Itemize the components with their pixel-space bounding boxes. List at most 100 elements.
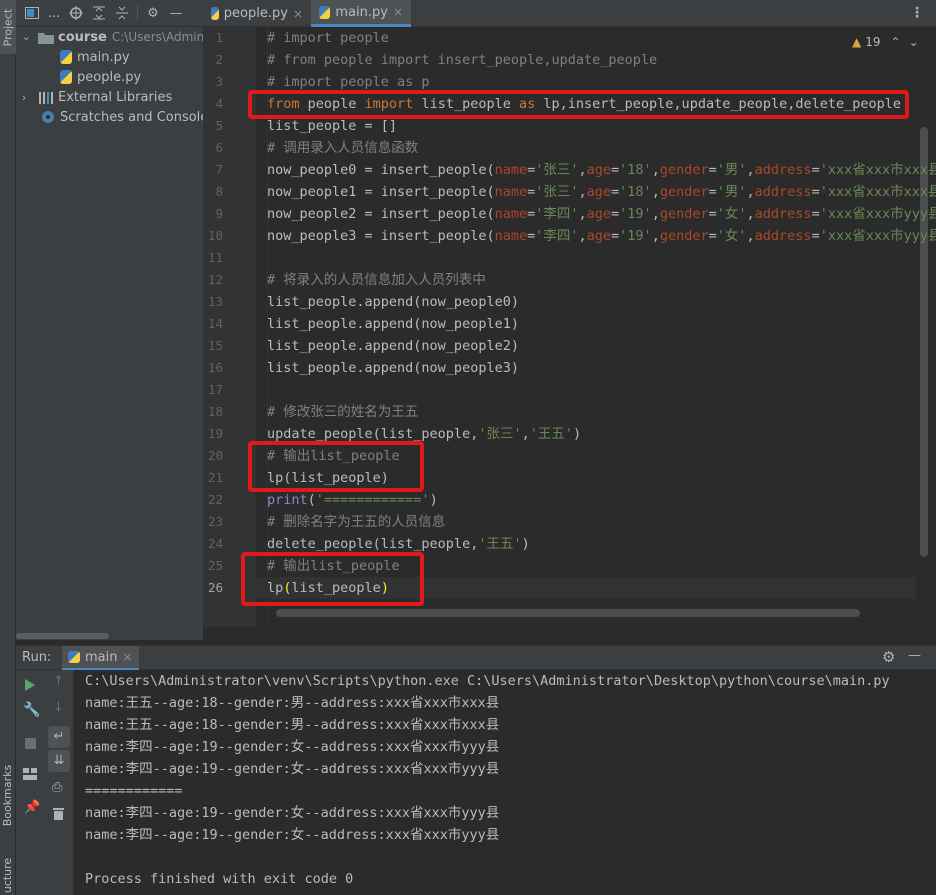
line-number: 16 — [207, 360, 223, 375]
python-file-icon — [319, 5, 331, 19]
code-token: # 调用录入人员信息函数 — [267, 140, 419, 156]
soft-wrap-icon[interactable]: ↵ — [48, 726, 70, 748]
folder-icon — [38, 32, 54, 44]
line-number: 11 — [207, 250, 223, 265]
pin-icon[interactable]: 📌 — [24, 800, 40, 815]
code-token: , — [578, 228, 587, 244]
structure-tool-label: ucture — [1, 857, 15, 893]
code-token: ) — [429, 492, 438, 508]
print-icon[interactable]: ⎙ — [52, 780, 62, 795]
code-token: gender — [659, 184, 709, 200]
code-token: '张三' — [535, 162, 579, 178]
scroll-to-end-icon[interactable]: ⇊ — [48, 750, 70, 772]
tree-item-label: course — [58, 29, 107, 45]
code-token: gender — [659, 162, 709, 178]
line-number: 7 — [215, 162, 223, 177]
close-icon[interactable]: × — [393, 5, 403, 19]
tree-item-label: main.py — [77, 49, 130, 65]
wrench-icon[interactable]: 🔧 — [23, 702, 40, 718]
code-token: now_people0 = insert_people( — [267, 162, 495, 178]
close-icon[interactable]: × — [122, 650, 132, 664]
horizontal-scrollbar[interactable] — [16, 633, 109, 639]
code-token: name — [494, 162, 528, 178]
code-token: '18' — [619, 162, 652, 178]
chevron-down-icon[interactable]: ⌄ — [909, 35, 919, 49]
structure-tool-tab[interactable]: ucture — [0, 855, 16, 895]
line-number: 1 — [215, 30, 223, 45]
code-line: now_people0 = insert_people(name='张三',ag… — [267, 159, 936, 181]
code-line: now_people1 = insert_people(name='张三',ag… — [267, 181, 936, 203]
bookmarks-tool-tab[interactable]: Bookmarks — [0, 760, 16, 830]
project-tool-tab[interactable]: Project — [0, 0, 16, 54]
code-token: address — [754, 184, 812, 200]
console-line: name:李四--age:19--gender:女--address:xxx省x… — [85, 827, 500, 843]
library-icon — [39, 91, 53, 104]
code-token: age — [586, 228, 612, 244]
code-line: now_people3 = insert_people(name='李四',ag… — [267, 225, 936, 247]
expand-all-icon[interactable] — [91, 5, 107, 21]
settings-gear-icon[interactable]: ⚙ — [145, 5, 161, 21]
code-token: '张三' — [478, 426, 522, 442]
chevron-up-icon[interactable]: ⌃ — [891, 35, 901, 49]
highlight-box-import — [248, 90, 909, 119]
tab-people-py[interactable]: people.py × — [203, 0, 311, 27]
code-line: list_people.append(now_people3) — [267, 357, 519, 379]
editor-horizontal-scrollbar[interactable] — [276, 609, 860, 617]
run-tab-main[interactable]: main × — [62, 646, 139, 670]
arrow-down-icon[interactable]: ↓ — [53, 700, 64, 715]
collapse-all-icon[interactable] — [114, 5, 130, 21]
hide-panel-icon[interactable]: — — [168, 5, 184, 21]
stop-icon[interactable] — [25, 738, 36, 749]
code-token: 'xxx省xxx市yyy县 — [819, 228, 936, 244]
console-toolbar: ↑ ↓ ↵ ⇊ ⎙ — [44, 670, 74, 895]
view-dropdown-icon[interactable]: ... — [47, 5, 61, 21]
tree-item-label: people.py — [77, 69, 142, 85]
python-file-icon — [60, 70, 72, 84]
line-number: 6 — [215, 140, 223, 155]
layout-icon[interactable] — [23, 768, 37, 780]
project-view-icon[interactable] — [24, 5, 40, 21]
code-token: = — [708, 206, 717, 222]
close-icon[interactable]: × — [293, 7, 303, 21]
line-number: 2 — [215, 52, 223, 67]
code-token: # from people import insert_people,updat… — [267, 52, 658, 68]
tree-item-course[interactable]: ⌄ course C:\Users\Adminis — [22, 27, 214, 47]
rerun-icon[interactable] — [24, 678, 36, 692]
code-token: = — [811, 162, 820, 178]
code-line: # 修改张三的姓名为王五 — [267, 401, 418, 423]
warnings-indicator[interactable]: ▲ 19 ⌃ ⌄ — [852, 35, 919, 49]
line-number: 17 — [207, 382, 223, 397]
code-token: , — [651, 162, 660, 178]
code-token: ( — [307, 492, 316, 508]
tree-item-main-py[interactable]: main.py — [60, 47, 130, 67]
code-token: # 修改张三的姓名为王五 — [267, 404, 419, 420]
code-token: = — [527, 184, 536, 200]
arrow-up-icon[interactable]: ↑ — [53, 674, 64, 689]
code-line: list_people.append(now_people1) — [267, 313, 519, 335]
hide-panel-icon[interactable]: — — [908, 648, 921, 663]
line-number: 22 — [207, 492, 223, 507]
tab-main-py[interactable]: main.py × — [311, 0, 411, 27]
code-token: # 删除名字为王五的人员信息 — [267, 514, 446, 530]
code-token: '王五' — [478, 536, 522, 552]
code-token: # 将录入的人员信息加入人员列表中 — [267, 272, 486, 288]
code-token: name — [494, 184, 528, 200]
tab-label: people.py — [223, 6, 288, 21]
line-number: 10 — [207, 228, 223, 243]
code-token: '男' — [716, 162, 747, 178]
tree-item-scratches[interactable]: Scratches and Consoles — [40, 107, 215, 127]
code-token: name — [494, 228, 528, 244]
code-token: = — [611, 228, 620, 244]
tree-item-external-libraries[interactable]: › External Libraries — [22, 87, 172, 107]
code-line: print('============') — [267, 489, 438, 511]
settings-gear-icon[interactable]: ⚙ — [882, 648, 895, 666]
code-token: = — [811, 206, 820, 222]
more-actions-icon[interactable]: ⋮ — [910, 5, 924, 21]
code-token: ) — [521, 536, 530, 552]
trash-icon[interactable] — [53, 807, 64, 820]
code-token: now_people3 = insert_people( — [267, 228, 495, 244]
console-output[interactable]: C:\Users\Administrator\venv\Scripts\pyth… — [74, 670, 936, 895]
code-token: delete_people(list_people, — [267, 536, 479, 552]
tree-item-people-py[interactable]: people.py — [60, 67, 141, 87]
locate-icon[interactable] — [68, 5, 84, 21]
